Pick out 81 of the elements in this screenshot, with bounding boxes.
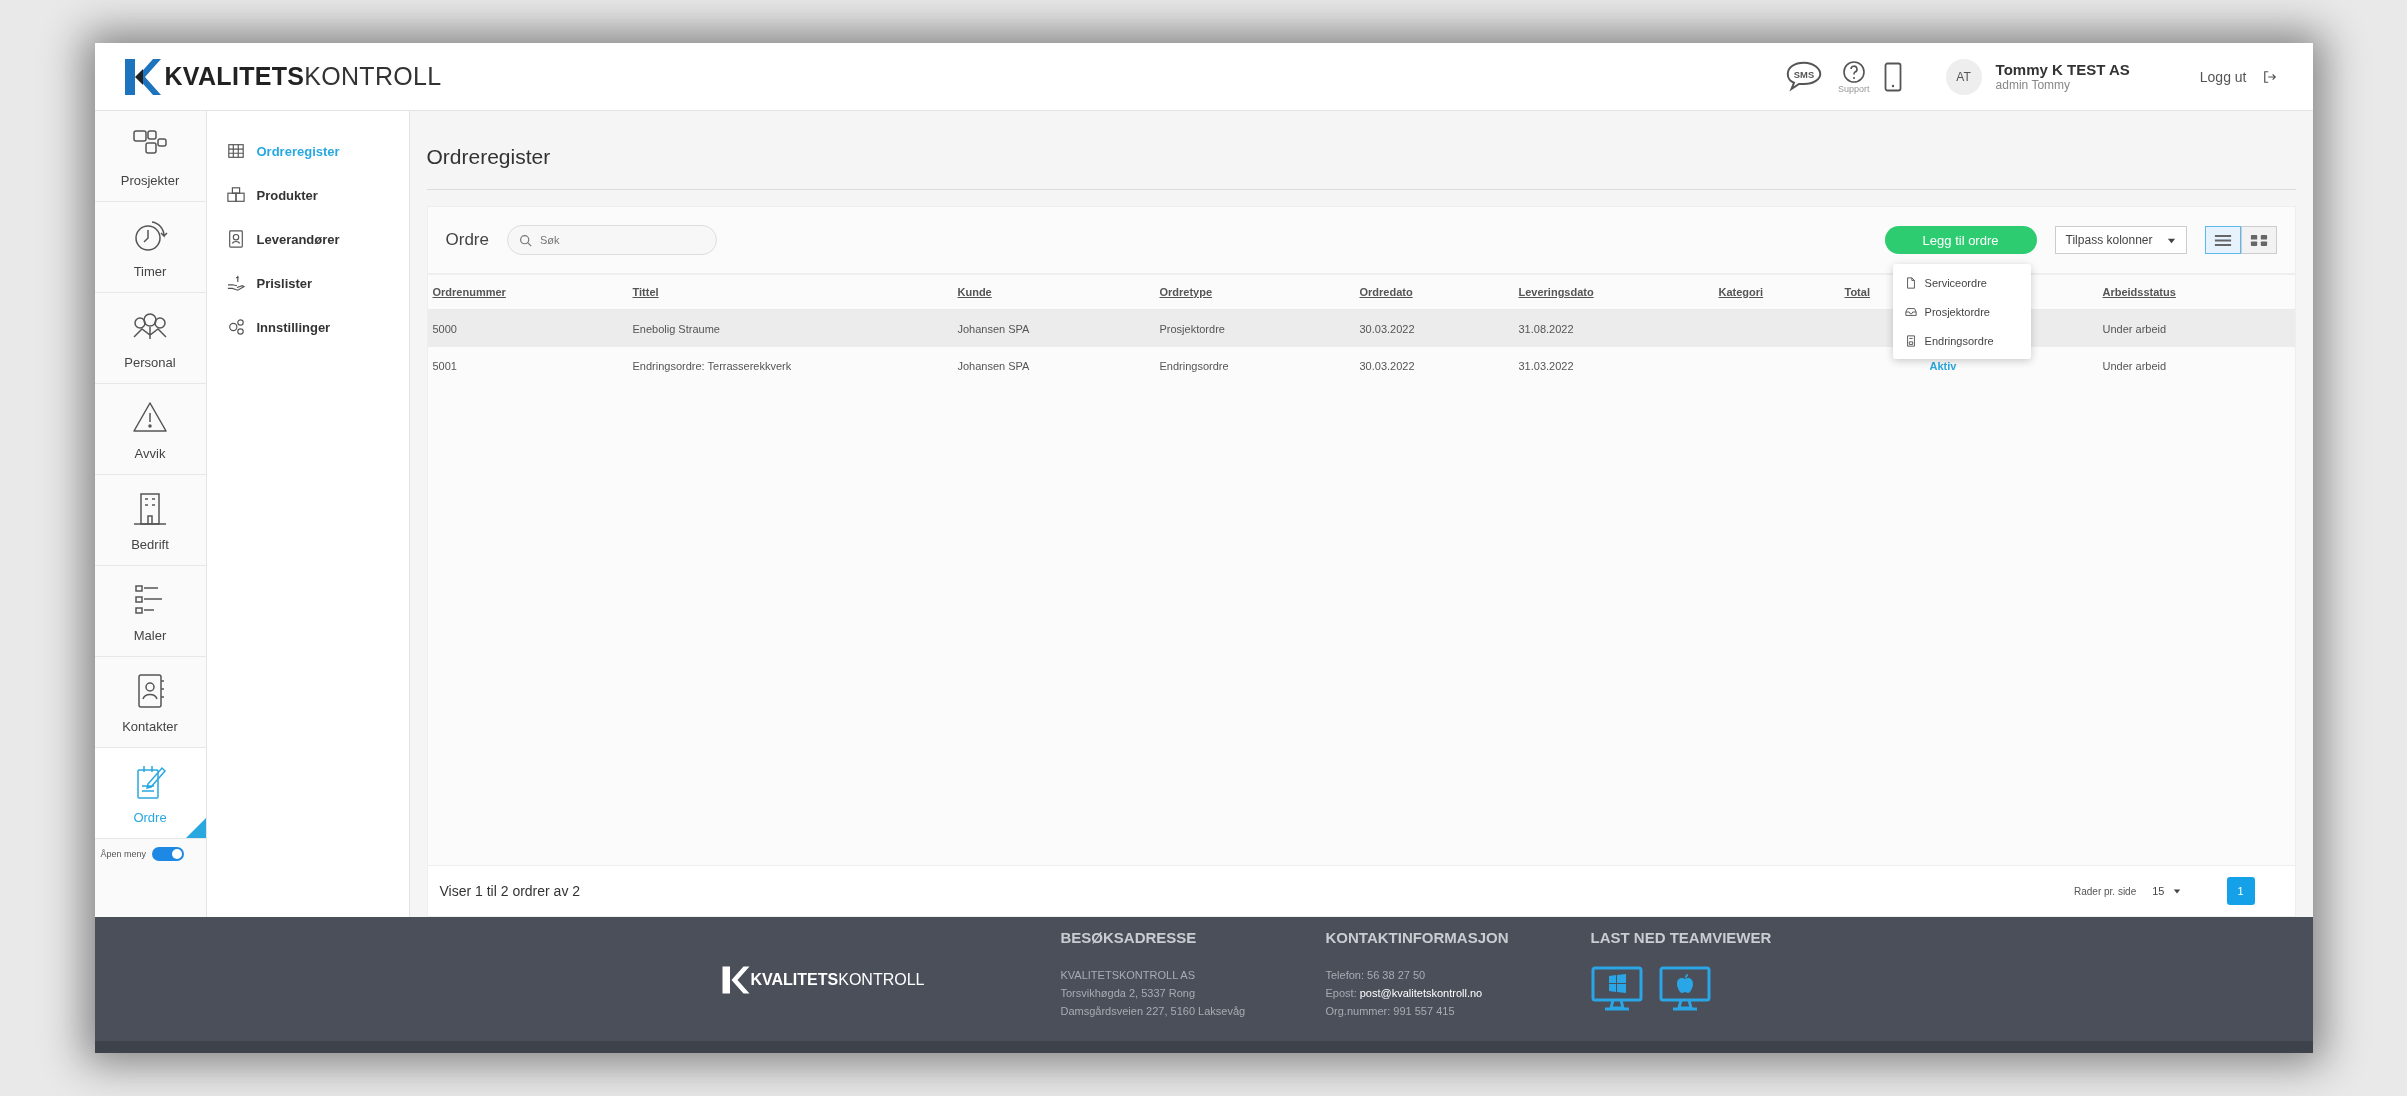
column-header[interactable]: Kunde (957, 286, 992, 298)
column-header[interactable]: Tittel (632, 286, 659, 298)
logo-text: KVALITETSKONTROLL (750, 971, 925, 989)
logo-mark-icon (720, 965, 751, 995)
column-header[interactable]: Kategori (1718, 286, 1764, 298)
subnav-item[interactable]: Leverandører (226, 219, 409, 259)
list-view-button[interactable] (2204, 226, 2241, 254)
table-icon (226, 142, 245, 160)
windows-monitor-icon[interactable] (1590, 966, 1643, 1012)
sidebar-item[interactable]: Prosjekter (94, 111, 206, 202)
footer-heading: KONTAKTINFORMASJON (1325, 929, 1510, 946)
phone-button[interactable] (1883, 61, 1902, 92)
footer-heading: LAST NED TEAMVIEWER (1590, 929, 1773, 946)
gears-icon (226, 318, 245, 336)
menu-toggle[interactable] (152, 847, 185, 861)
column-header[interactable]: Arbeidsstatus (2102, 286, 2176, 298)
table-cell: Johansen SPA (957, 359, 1030, 372)
table-cell: Endringsordre: Terrasserekkverk (632, 359, 792, 372)
address-line: KVALITETSKONTROLL AS (1060, 968, 1196, 983)
sidebar-item[interactable]: Avvik (94, 384, 206, 475)
column-header[interactable]: Ordretype (1159, 286, 1213, 298)
logo-text: KVALITETSKONTROLL (164, 62, 442, 91)
result-count: Viser 1 til 2 ordrer av 2 (439, 883, 581, 899)
rows-per-page-label: Rader pr. side (2074, 885, 2137, 897)
sidebar-item[interactable]: Timer (94, 202, 206, 293)
grid-icon (2249, 233, 2268, 247)
logo-mark-icon (122, 56, 163, 97)
phone-text: Telefon: 56 38 27 50 (1325, 968, 1427, 983)
hand-money-icon (226, 274, 245, 292)
table-cell: 30.03.2022 (1359, 322, 1415, 335)
table-cell: Endringsordre (1159, 359, 1229, 372)
subnav-item[interactable]: Prislister (226, 263, 409, 303)
boxes-icon (226, 186, 245, 204)
file-icon (1904, 276, 1917, 289)
columns-dropdown[interactable]: Tilpass kolonner (2054, 226, 2187, 254)
logout-button[interactable]: Logg ut (2193, 67, 2283, 86)
email-label: Epost: (1325, 987, 1357, 999)
page-title: Ordreregister (426, 145, 2296, 190)
column-header[interactable]: Leveringsdato (1518, 286, 1594, 298)
sidebar-item[interactable]: Bedrift (94, 475, 206, 566)
user-name: admin Tommy (1995, 78, 2072, 92)
phone-icon (1883, 61, 1902, 92)
sidebar-item[interactable]: Maler (94, 566, 206, 657)
org-number: Org.nummer: 991 557 415 (1325, 1004, 1456, 1019)
table-cell: Under arbeid (2102, 359, 2167, 372)
menu-item[interactable]: Serviceordre (1892, 268, 2031, 297)
table-cell: Johansen SPA (957, 322, 1030, 335)
toggle-label: Åpen meny (100, 849, 147, 859)
column-header[interactable]: Ordrenummer (432, 286, 506, 298)
subnav-item[interactable]: Produkter (226, 175, 409, 215)
address-line: Torsvikhøgda 2, 5337 Rong (1060, 986, 1197, 1001)
grid-view-button[interactable] (2240, 226, 2277, 254)
subnav-item[interactable]: Innstillinger (226, 307, 409, 347)
table-cell: 31.03.2022 (1518, 359, 1574, 372)
table-cell: 5001 (432, 359, 457, 372)
document-icon (1904, 334, 1917, 347)
table-cell: 5000 (432, 322, 457, 335)
table-cell: Under arbeid (2102, 322, 2167, 335)
apple-monitor-icon[interactable] (1658, 966, 1711, 1012)
card-title: Ordre (445, 230, 489, 250)
search-field[interactable]: Søk (506, 225, 717, 255)
table-cell: Prosjektordre (1159, 322, 1225, 335)
list-icon (2213, 233, 2232, 247)
table-cell: 31.08.2022 (1518, 322, 1574, 335)
footer-heading: BESØKSADRESSE (1060, 929, 1198, 946)
tray-icon (1904, 305, 1917, 318)
column-header[interactable]: Total (1844, 286, 1870, 298)
table-cell: Enebolig Straume (632, 322, 720, 335)
id-card-icon (226, 230, 245, 248)
address-line: Damsgårdsveien 227, 5160 Laksevåg (1060, 1004, 1247, 1019)
table-cell: 30.03.2022 (1359, 359, 1415, 372)
avatar[interactable]: AT (1945, 58, 1982, 95)
caret-icon (2172, 887, 2181, 895)
question-icon (1841, 59, 1866, 84)
column-header[interactable]: Ordredato (1359, 286, 1413, 298)
sidebar-item[interactable]: Personal (94, 293, 206, 384)
table-cell-text: Aktiv (1928, 359, 1957, 372)
rows-per-page-select[interactable]: 15 (2146, 884, 2187, 898)
email-link[interactable]: post@kvalitetskontroll.no (1359, 987, 1483, 999)
logout-icon (2262, 69, 2277, 84)
company-name: Tommy K TEST AS (1995, 61, 2130, 78)
